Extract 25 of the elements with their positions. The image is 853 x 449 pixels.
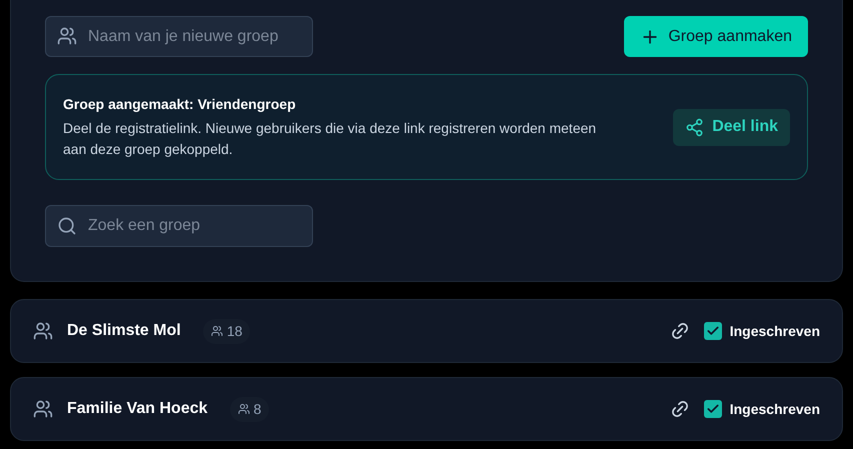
create-group-button[interactable]: Groep aanmaken xyxy=(624,16,808,57)
group-name: De Slimste Mol xyxy=(67,321,181,341)
share-icon xyxy=(685,118,704,136)
share-link-button[interactable]: Deel link xyxy=(673,108,790,146)
users-icon xyxy=(33,399,53,419)
status-label: Ingeschreven xyxy=(730,322,820,341)
users-icon xyxy=(33,321,53,341)
member-count: 8 xyxy=(230,396,270,422)
group-name-field[interactable]: Naam van je nieuwe groep xyxy=(45,16,313,57)
checkbox[interactable] xyxy=(704,400,722,418)
group-row[interactable]: De Slimste Mol 18 Ingeschreven xyxy=(10,299,843,363)
check-icon xyxy=(706,402,720,416)
users-icon xyxy=(57,26,77,46)
member-count: 18 xyxy=(202,318,250,344)
check-icon xyxy=(706,324,720,338)
notice-text: Deel de registratielink. Nieuwe gebruikers die via deze link registreren worden meteen aan deze groep gekoppeld. xyxy=(63,119,598,159)
group-name: Familie Van Hoeck xyxy=(67,399,208,419)
status-label: Ingeschreven xyxy=(730,400,820,419)
group-row[interactable]: Familie Van Hoeck 8 Ingeschreven xyxy=(10,377,843,441)
search-field[interactable]: Zoek een groep xyxy=(45,205,313,247)
users-icon xyxy=(210,325,223,337)
checkbox[interactable] xyxy=(704,322,722,340)
search-icon xyxy=(57,216,77,236)
users-icon xyxy=(238,403,250,415)
notice-title: Groep aangemaakt: Vriendengroep xyxy=(63,95,297,114)
